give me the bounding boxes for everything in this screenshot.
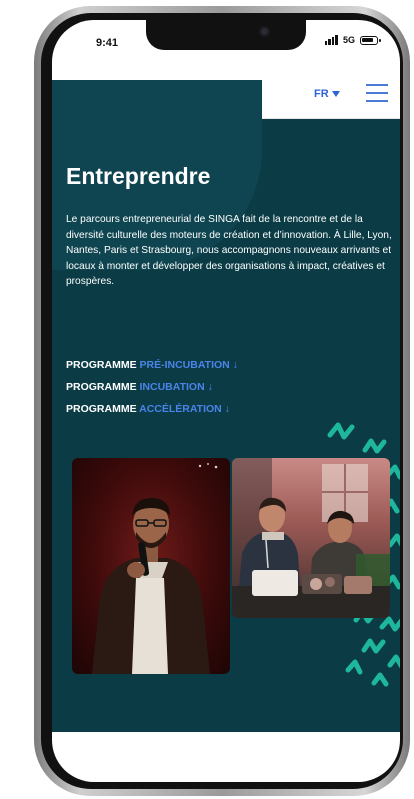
notch bbox=[146, 20, 306, 50]
program-prefix: PROGRAMME bbox=[66, 403, 137, 415]
network-type: 5G bbox=[342, 35, 355, 45]
caret-down-icon bbox=[331, 91, 340, 97]
hamburger-menu-button[interactable] bbox=[366, 83, 388, 103]
arrow-down-icon: ↓ bbox=[207, 381, 213, 393]
program-prefix: PROGRAMME bbox=[66, 359, 137, 371]
program-prefix: PROGRAMME bbox=[66, 381, 137, 393]
status-bar: 9:41 5G bbox=[52, 20, 400, 66]
program-name: ACCÉLÉRATION bbox=[139, 403, 222, 415]
program-link-incubation[interactable]: PROGRAMME INCUBATION ↓ bbox=[66, 376, 238, 398]
next-section bbox=[52, 732, 400, 782]
arrow-down-icon: ↓ bbox=[224, 403, 230, 415]
hero-description: Le parcours entrepreneurial de SINGA fai… bbox=[66, 214, 392, 288]
status-time: 9:41 bbox=[96, 37, 119, 49]
signal-icon bbox=[324, 35, 338, 45]
program-name: INCUBATION bbox=[139, 381, 205, 393]
speaker-photo bbox=[72, 458, 230, 674]
status-indicators: 5G bbox=[324, 35, 381, 45]
language-selector[interactable]: FR bbox=[314, 88, 340, 100]
page-title: Entreprendre bbox=[66, 163, 211, 189]
language-label: FR bbox=[314, 88, 329, 100]
program-links: PROGRAMME PRÉ-INCUBATION ↓ PROGRAMME INC… bbox=[66, 354, 238, 420]
front-camera-icon bbox=[259, 26, 270, 37]
workshop-photo bbox=[232, 458, 390, 618]
arrow-down-icon: ↓ bbox=[232, 359, 238, 371]
phone-screen: 9:41 5G SINGA FR Entreprendre Le parcour… bbox=[52, 20, 400, 782]
program-name: PRÉ-INCUBATION bbox=[139, 359, 230, 371]
program-link-pre-incubation[interactable]: PROGRAMME PRÉ-INCUBATION ↓ bbox=[66, 354, 238, 376]
battery-icon bbox=[360, 35, 381, 45]
program-link-acceleration[interactable]: PROGRAMME ACCÉLÉRATION ↓ bbox=[66, 398, 238, 420]
